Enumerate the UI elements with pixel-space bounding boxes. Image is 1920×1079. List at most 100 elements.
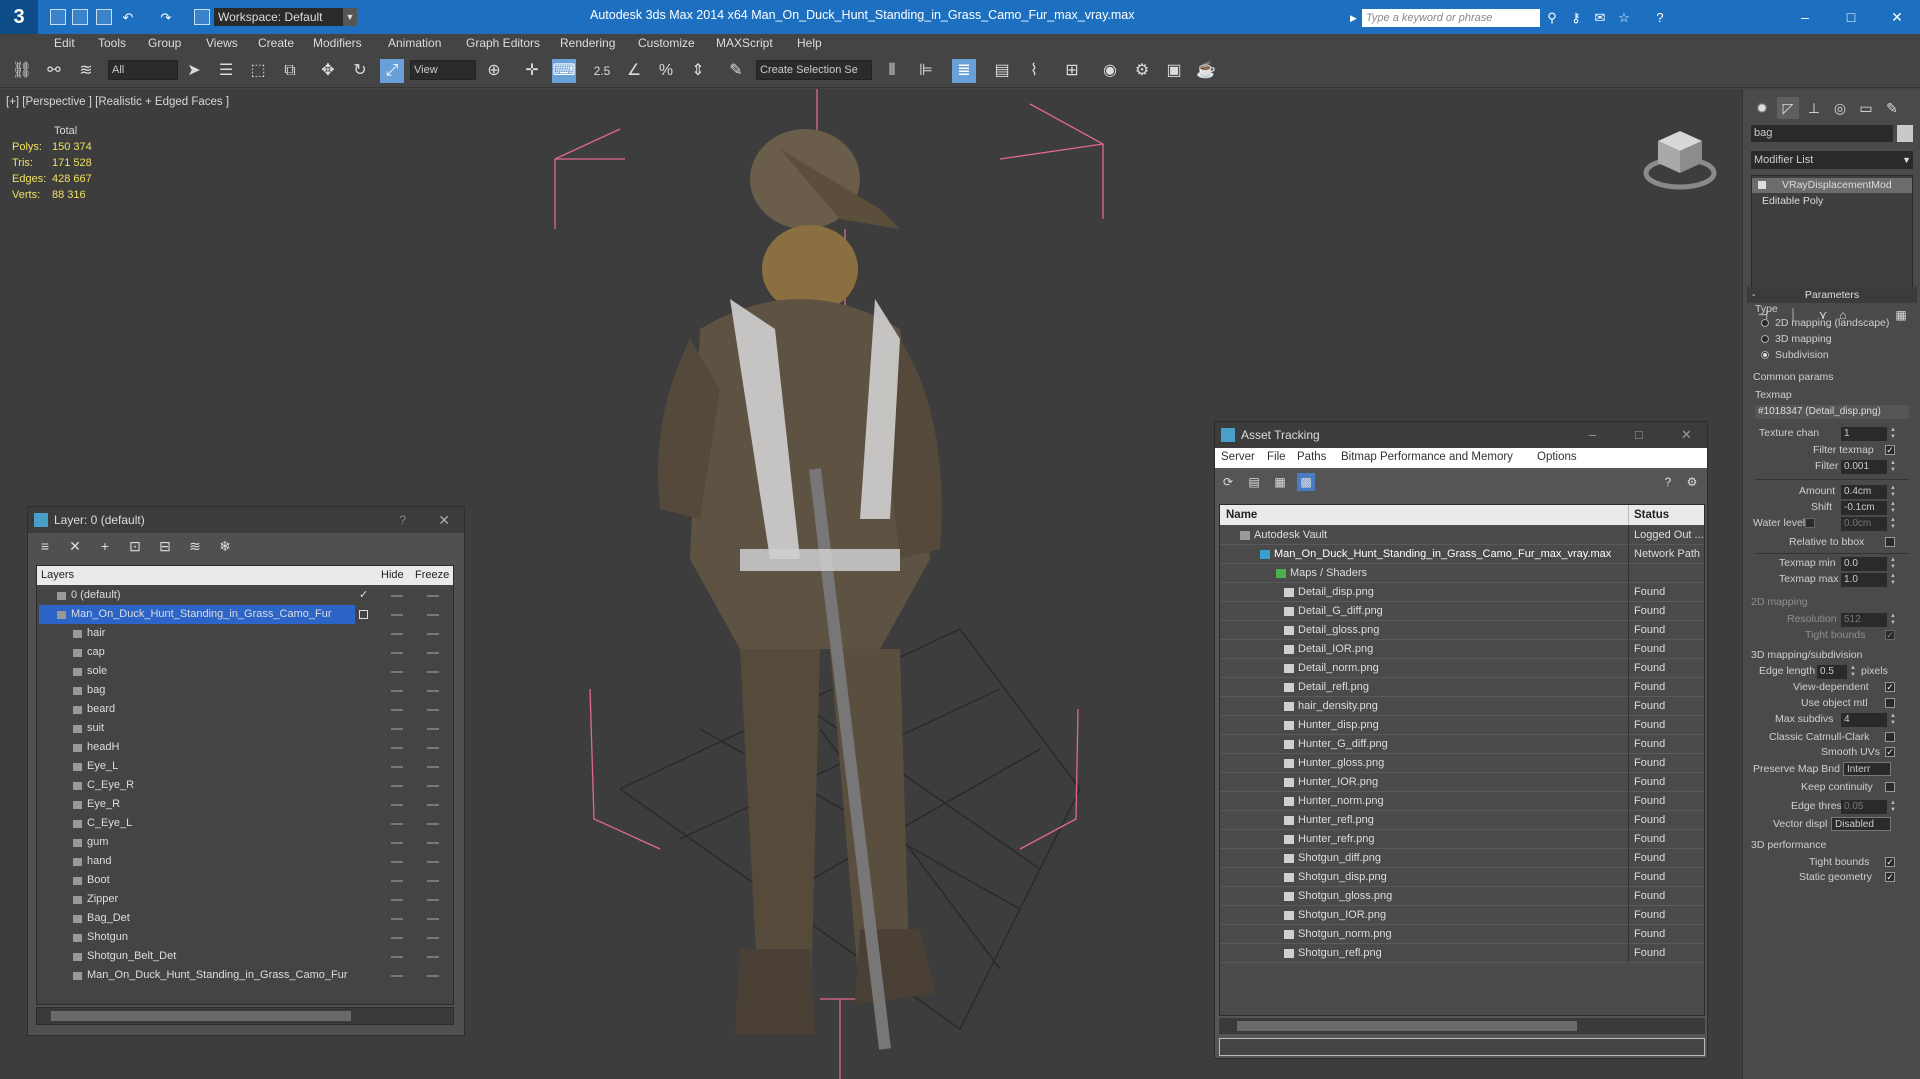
menu-edit[interactable]: Edit bbox=[54, 36, 75, 50]
layer-row[interactable]: C_Eye_R bbox=[37, 776, 453, 795]
horizontal-scrollbar[interactable] bbox=[36, 1007, 454, 1025]
close-button[interactable]: ✕ bbox=[1882, 5, 1912, 29]
help-icon[interactable]: ? bbox=[1659, 473, 1677, 491]
layer-row[interactable]: Bag_Det bbox=[37, 909, 453, 928]
delete-layer-icon[interactable]: ✕ bbox=[66, 537, 84, 555]
spinner-icon[interactable]: ▲ ▼ bbox=[1849, 665, 1857, 679]
hide-all-layers-icon[interactable]: ≋ bbox=[186, 537, 204, 555]
favorites-star-icon[interactable]: ☆ bbox=[1616, 10, 1632, 25]
hide-toggle[interactable] bbox=[391, 690, 403, 692]
filter-texmap-checkbox[interactable]: ✓ bbox=[1885, 445, 1895, 455]
freeze-toggle[interactable] bbox=[427, 918, 439, 920]
water-level-checkbox[interactable] bbox=[1805, 518, 1815, 528]
minimize-icon[interactable]: – bbox=[1589, 422, 1596, 448]
asset-row[interactable]: Shotgun_gloss.png Found bbox=[1220, 887, 1704, 906]
asset-row[interactable]: Maps / Shaders bbox=[1220, 564, 1704, 583]
menu-modifiers[interactable]: Modifiers bbox=[313, 36, 362, 50]
graphite-ribbon-icon[interactable]: ▤ bbox=[990, 59, 1014, 83]
make-current-layer-icon[interactable] bbox=[359, 610, 368, 619]
keyboard-shortcut-override-icon[interactable]: ⌨ bbox=[552, 59, 576, 83]
rectangular-selection-icon[interactable]: ⬚ bbox=[246, 59, 270, 83]
maximize-button[interactable]: □ bbox=[1836, 5, 1866, 29]
max-subdivs-input[interactable]: 4 bbox=[1841, 713, 1887, 727]
layer-row[interactable]: Boot bbox=[37, 871, 453, 890]
asset-row[interactable]: Detail_gloss.png Found bbox=[1220, 621, 1704, 640]
hide-toggle[interactable] bbox=[391, 956, 403, 958]
reference-coordinate-dropdown[interactable]: View bbox=[410, 60, 476, 80]
modify-tab-icon[interactable]: ◸ bbox=[1777, 97, 1799, 119]
static-geometry-checkbox[interactable]: ✓ bbox=[1885, 872, 1895, 882]
freeze-toggle[interactable] bbox=[427, 899, 439, 901]
hide-toggle[interactable] bbox=[391, 937, 403, 939]
manipulate-icon[interactable]: ✛ bbox=[520, 59, 544, 83]
asset-row[interactable]: Hunter_gloss.png Found bbox=[1220, 754, 1704, 773]
spinner-icon[interactable]: ▲ ▼ bbox=[1889, 485, 1897, 499]
asset-row[interactable]: Man_On_Duck_Hunt_Standing_in_Grass_Camo_… bbox=[1220, 545, 1704, 564]
angle-snap-icon[interactable]: ∠ bbox=[622, 59, 646, 83]
spinner-icon[interactable]: ▲ ▼ bbox=[1889, 557, 1897, 571]
menu-create[interactable]: Create bbox=[258, 36, 294, 50]
smooth-uvs-checkbox[interactable]: ✓ bbox=[1885, 747, 1895, 757]
hierarchy-tab-icon[interactable]: ⊥ bbox=[1803, 97, 1825, 119]
hide-toggle[interactable] bbox=[391, 918, 403, 920]
tight-bounds-2-checkbox[interactable]: ✓ bbox=[1885, 857, 1895, 867]
vector-displ-dropdown[interactable]: Disabled bbox=[1831, 817, 1891, 831]
freeze-toggle[interactable] bbox=[427, 633, 439, 635]
highlight-selected-layer-icon[interactable]: ⊟ bbox=[156, 537, 174, 555]
lightbulb-icon[interactable] bbox=[1758, 181, 1766, 189]
shift-input[interactable]: -0.1cm bbox=[1841, 501, 1887, 515]
object-name-field[interactable]: bag bbox=[1751, 125, 1893, 142]
select-and-scale-icon[interactable]: ⤢ bbox=[380, 59, 404, 83]
freeze-toggle[interactable] bbox=[427, 652, 439, 654]
help-icon[interactable]: ? bbox=[399, 507, 406, 533]
asset-row[interactable]: Hunter_disp.png Found bbox=[1220, 716, 1704, 735]
layer-manager-icon[interactable]: ≣ bbox=[952, 59, 976, 83]
freeze-toggle[interactable] bbox=[427, 975, 439, 977]
layer-row[interactable]: Eye_L bbox=[37, 757, 453, 776]
spinner-icon[interactable]: ▲ ▼ bbox=[1889, 713, 1897, 727]
hide-toggle[interactable] bbox=[391, 880, 403, 882]
spinner-icon[interactable]: ▲ ▼ bbox=[1889, 501, 1897, 515]
layer-row[interactable]: bag bbox=[37, 681, 453, 700]
close-icon[interactable]: ✕ bbox=[1681, 422, 1692, 448]
schematic-view-icon[interactable]: ⊞ bbox=[1060, 59, 1084, 83]
edge-length-input[interactable]: 0.5 bbox=[1817, 665, 1847, 679]
horizontal-scrollbar[interactable] bbox=[1219, 1018, 1705, 1034]
layer-window-titlebar[interactable]: Layer: 0 (default) ? ✕ bbox=[28, 507, 464, 533]
align-icon[interactable]: ⊫ bbox=[914, 59, 938, 83]
freeze-toggle[interactable] bbox=[427, 614, 439, 616]
texmap-min-input[interactable]: 0.0 bbox=[1841, 557, 1887, 571]
layer-row[interactable]: Man_On_Duck_Hunt_Standing_in_Grass_Camo_… bbox=[37, 966, 453, 985]
maximize-icon[interactable]: □ bbox=[1635, 422, 1643, 448]
option-3d-mapping[interactable]: 3D mapping bbox=[1775, 333, 1832, 345]
asset-row[interactable]: Detail_norm.png Found bbox=[1220, 659, 1704, 678]
freeze-toggle[interactable] bbox=[427, 842, 439, 844]
menu-options[interactable]: Options bbox=[1537, 451, 1577, 463]
search-expand-icon[interactable]: ▶ bbox=[1350, 9, 1362, 27]
menu-bitmap-performance[interactable]: Bitmap Performance and Memory bbox=[1341, 451, 1513, 463]
current-layer-check-icon[interactable]: ✓ bbox=[359, 586, 368, 605]
list-view-icon[interactable]: ▤ bbox=[1245, 473, 1263, 491]
layer-row[interactable]: headH bbox=[37, 738, 453, 757]
freeze-toggle[interactable] bbox=[427, 709, 439, 711]
asset-row[interactable]: Hunter_norm.png Found bbox=[1220, 792, 1704, 811]
hide-toggle[interactable] bbox=[391, 728, 403, 730]
layer-row[interactable]: Zipper bbox=[37, 890, 453, 909]
asset-row[interactable]: Hunter_refr.png Found bbox=[1220, 830, 1704, 849]
menu-paths[interactable]: Paths bbox=[1297, 451, 1326, 463]
spinner-icon[interactable]: ▲ ▼ bbox=[1889, 427, 1897, 441]
minimize-button[interactable]: – bbox=[1790, 5, 1820, 29]
pivot-center-icon[interactable]: ⊕ bbox=[482, 59, 506, 83]
asset-row[interactable]: Detail_refl.png Found bbox=[1220, 678, 1704, 697]
hide-toggle[interactable] bbox=[391, 804, 403, 806]
freeze-toggle[interactable] bbox=[427, 728, 439, 730]
open-file-icon[interactable] bbox=[72, 9, 88, 25]
layer-row[interactable]: Shotgun_Belt_Det bbox=[37, 947, 453, 966]
spinner-icon[interactable]: ▲ ▼ bbox=[1889, 800, 1897, 814]
tight-bounds-checkbox[interactable]: ✓ bbox=[1885, 630, 1895, 640]
scrollbar-thumb[interactable] bbox=[51, 1011, 351, 1021]
hide-toggle[interactable] bbox=[391, 842, 403, 844]
chevron-down-icon[interactable]: ▼ bbox=[343, 8, 357, 26]
column-status[interactable]: Status bbox=[1634, 505, 1669, 525]
texmap-button[interactable]: #1018347 (Detail_disp.png) bbox=[1755, 405, 1909, 419]
